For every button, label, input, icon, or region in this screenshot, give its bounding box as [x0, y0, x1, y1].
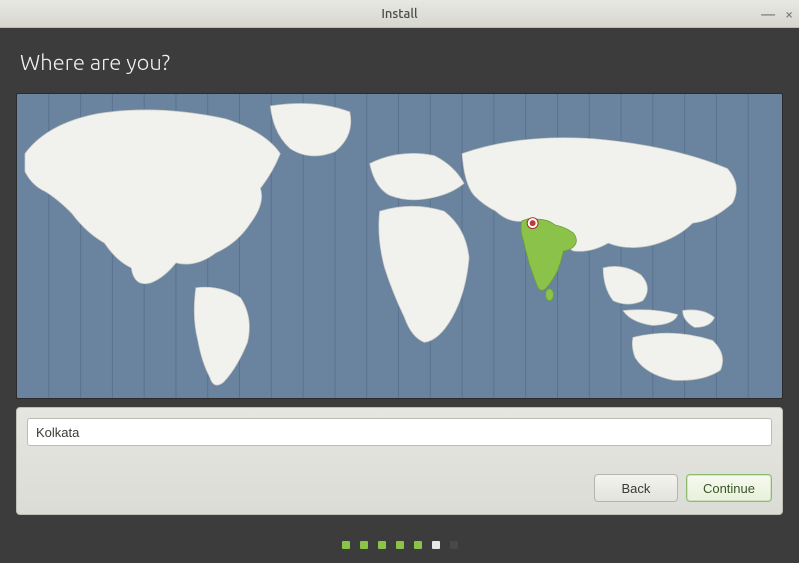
- timezone-input[interactable]: [27, 418, 772, 446]
- progress-dot: [414, 541, 422, 549]
- greenland: [270, 103, 350, 155]
- se-asia: [603, 266, 647, 304]
- progress-dot: [342, 541, 350, 549]
- progress-dot: [396, 541, 404, 549]
- africa: [379, 206, 469, 342]
- asia: [462, 138, 736, 252]
- page-title: Where are you?: [0, 28, 799, 93]
- window-title: Install: [381, 7, 417, 21]
- sri-lanka-highlight: [546, 289, 554, 301]
- progress-dot: [360, 541, 368, 549]
- timezone-map[interactable]: [16, 93, 783, 399]
- progress-dots: [0, 541, 799, 549]
- button-row: Back Continue: [27, 474, 772, 502]
- south-america: [194, 287, 249, 385]
- india-highlight: [521, 219, 576, 291]
- progress-dot: [378, 541, 386, 549]
- timezone-panel: Back Continue: [16, 407, 783, 515]
- australia: [632, 333, 722, 380]
- north-america: [25, 110, 280, 284]
- back-button[interactable]: Back: [594, 474, 678, 502]
- map-container: [0, 93, 799, 399]
- location-pin: [527, 218, 538, 229]
- continue-button[interactable]: Continue: [686, 474, 772, 502]
- progress-dot: [450, 541, 458, 549]
- window-controls: — ×: [761, 0, 793, 27]
- minimize-icon[interactable]: —: [761, 7, 775, 21]
- window-titlebar: Install — ×: [0, 0, 799, 28]
- indonesia-1: [623, 310, 678, 326]
- close-icon[interactable]: ×: [785, 7, 793, 21]
- indonesia-2: [683, 310, 715, 328]
- progress-dot: [432, 541, 440, 549]
- europe: [370, 153, 464, 199]
